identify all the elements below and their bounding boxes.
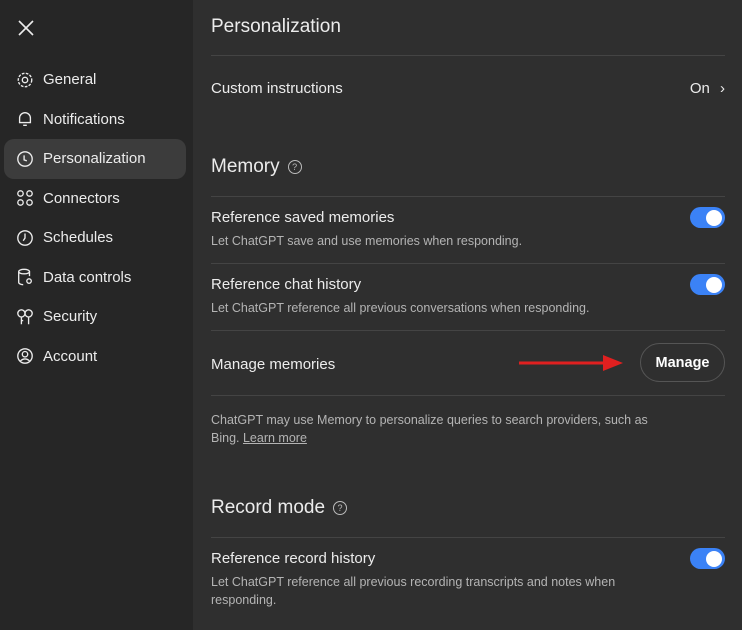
setting-label: Reference chat history <box>211 276 362 293</box>
sidebar-item-label: Connectors <box>43 189 120 207</box>
personalization-icon <box>17 150 33 167</box>
sidebar-item-personalization[interactable]: Personalization <box>4 139 186 179</box>
reference-chat-history-toggle[interactable] <box>690 274 725 295</box>
divider <box>211 263 725 264</box>
key-icon <box>17 308 33 324</box>
memory-heading-text: Memory <box>211 156 280 177</box>
divider <box>211 330 725 331</box>
sidebar-item-notifications[interactable]: Notifications <box>4 100 186 140</box>
setting-label: Reference saved memories <box>211 209 395 226</box>
manage-memories-row: Manage memories Manage <box>211 343 725 383</box>
learn-more-link[interactable]: Learn more <box>243 431 307 445</box>
bell-icon <box>18 112 32 127</box>
sidebar-item-general[interactable]: General <box>4 60 186 100</box>
sidebar-item-schedules[interactable]: Schedules <box>4 218 186 258</box>
page-title: Personalization <box>211 16 341 37</box>
setting-label: Reference record history <box>211 550 376 567</box>
divider <box>211 55 725 56</box>
connectors-icon <box>17 190 33 207</box>
sidebar-item-security[interactable]: Security <box>4 297 186 337</box>
settings-sidebar: General Notifications Personalization Co… <box>0 0 193 630</box>
sidebar-item-label: Security <box>43 308 98 326</box>
chevron-right-icon: › <box>720 80 725 97</box>
reference-record-history-toggle[interactable] <box>690 548 725 569</box>
custom-instructions-status: On <box>689 80 710 97</box>
sidebar-item-label: General <box>43 71 97 89</box>
sidebar-item-data-controls[interactable]: Data controls <box>4 258 186 298</box>
reference-saved-memories-toggle[interactable] <box>690 207 725 228</box>
memory-note: ChatGPT may use Memory to personalize qu… <box>211 411 671 447</box>
sidebar-item-label: Personalization <box>43 150 146 168</box>
reference-record-history-row: Reference record history Let ChatGPT ref… <box>211 548 725 609</box>
help-icon[interactable]: ? <box>333 501 348 515</box>
manage-memories-button[interactable]: Manage <box>640 343 725 382</box>
setting-description: Let ChatGPT reference all previous recor… <box>211 575 616 607</box>
memory-heading: Memory? <box>211 156 725 178</box>
custom-instructions-row[interactable]: Custom instructions On › <box>211 80 725 97</box>
divider <box>211 537 725 538</box>
gear-icon <box>17 72 33 88</box>
setting-description: Let ChatGPT save and use memories when r… <box>211 234 523 248</box>
sidebar-item-label: Schedules <box>43 229 114 247</box>
sidebar-item-label: Account <box>43 347 98 365</box>
close-icon[interactable] <box>16 18 36 38</box>
red-arrow-annotation <box>519 355 623 371</box>
divider <box>211 395 725 396</box>
custom-instructions-value: On › <box>690 80 725 97</box>
sidebar-item-connectors[interactable]: Connectors <box>4 179 186 219</box>
reference-saved-memories-row: Reference saved memories Let ChatGPT sav… <box>211 207 725 250</box>
record-mode-heading-text: Record mode <box>211 497 326 518</box>
divider <box>211 196 725 197</box>
record-mode-heading: Record mode? <box>211 497 725 519</box>
sidebar-item-account[interactable]: Account <box>4 337 186 377</box>
clock-icon <box>17 229 33 246</box>
sidebar-item-label: Data controls <box>43 268 132 286</box>
sidebar-item-label: Notifications <box>43 110 125 128</box>
reference-chat-history-row: Reference chat history Let ChatGPT refer… <box>211 274 725 317</box>
user-circle-icon <box>17 348 33 365</box>
database-icon <box>18 268 32 286</box>
setting-description: Let ChatGPT reference all previous conve… <box>211 301 590 315</box>
custom-instructions-label: Custom instructions <box>211 80 343 97</box>
help-icon[interactable]: ? <box>287 160 302 174</box>
